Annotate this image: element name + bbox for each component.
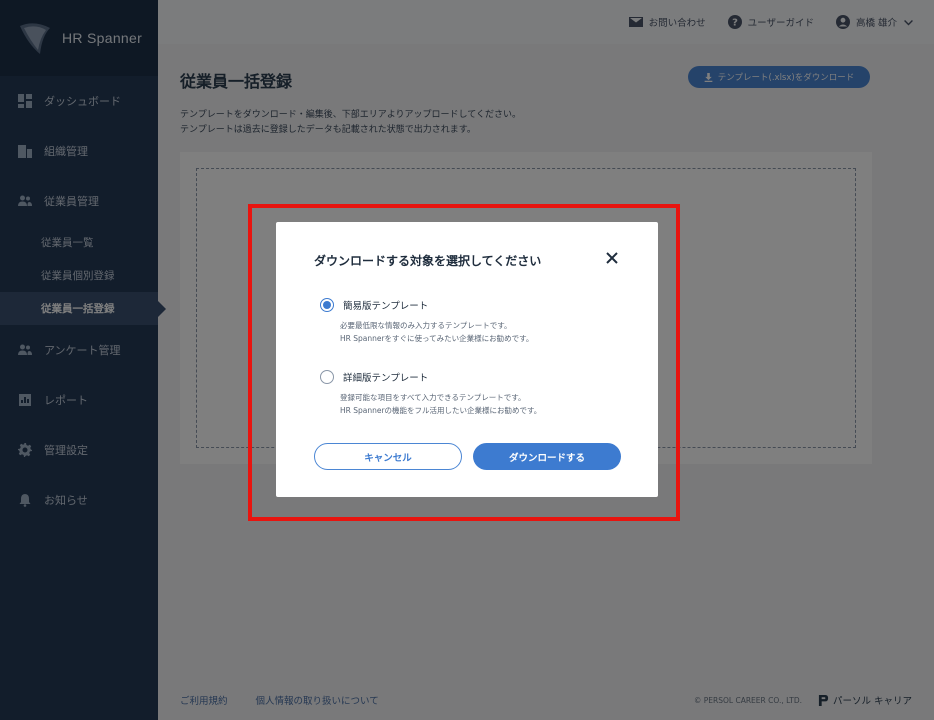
download-dialog: ダウンロードする対象を選択してください 簡易版テンプレート 必要最低限な情報のみ…	[276, 222, 658, 497]
dialog-title: ダウンロードする対象を選択してください	[314, 254, 542, 268]
cancel-button[interactable]: キャンセル	[314, 443, 462, 470]
download-button[interactable]: ダウンロードする	[473, 443, 621, 470]
option-label: 簡易版テンプレート	[343, 301, 429, 312]
radio-simple[interactable]	[320, 298, 334, 312]
option-label: 詳細版テンプレート	[343, 373, 429, 384]
option-detailed-template[interactable]: 詳細版テンプレート	[320, 370, 428, 384]
radio-detailed[interactable]	[320, 370, 334, 384]
option-simple-template[interactable]: 簡易版テンプレート	[320, 298, 428, 312]
option-description: 必要最低限な情報のみ入力するテンプレートです。 HR Spannerをすぐに使っ…	[340, 321, 534, 343]
option-description: 登録可能な項目をすべて入力できるテンプレートです。 HR Spannerの機能を…	[340, 393, 542, 415]
close-icon[interactable]	[604, 250, 620, 266]
